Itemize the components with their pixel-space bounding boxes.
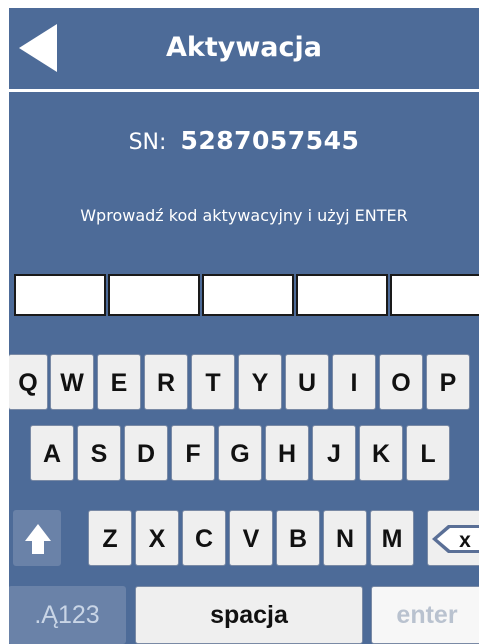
key-label: D [136, 440, 156, 468]
key-label: R [156, 369, 176, 397]
code-field-3[interactable] [202, 274, 294, 316]
key-p[interactable]: P [426, 354, 470, 410]
key-y[interactable]: Y [238, 354, 282, 410]
key-label: T [205, 369, 221, 397]
key-t[interactable]: T [191, 354, 235, 410]
key-i[interactable]: I [332, 354, 376, 410]
key-label: F [185, 440, 201, 468]
key-label: K [371, 440, 391, 468]
activation-screen: Aktywacja SN: 5287057545 Wprowadź kod akt… [9, 8, 479, 644]
key-label: L [420, 440, 436, 468]
key-b[interactable]: B [276, 510, 320, 566]
key-label: Q [18, 369, 38, 397]
shift-key[interactable] [13, 510, 61, 566]
key-l[interactable]: L [406, 425, 450, 481]
key-label: O [391, 369, 411, 397]
arrow-left-icon [19, 24, 57, 72]
key-label: V [242, 525, 260, 553]
key-w[interactable]: W [50, 354, 94, 410]
key-e[interactable]: E [97, 354, 141, 410]
key-d[interactable]: D [124, 425, 168, 481]
key-label: G [230, 440, 250, 468]
key-label: I [350, 369, 358, 397]
key-s[interactable]: S [77, 425, 121, 481]
key-label: C [194, 525, 214, 553]
enter-key[interactable]: enter [371, 586, 479, 644]
serial-value: 5287057545 [180, 126, 360, 155]
key-o[interactable]: O [379, 354, 423, 410]
key-z[interactable]: Z [88, 510, 132, 566]
key-label: E [110, 369, 128, 397]
code-field-4[interactable] [296, 274, 388, 316]
key-label: N [335, 525, 355, 553]
key-q[interactable]: Q [9, 354, 48, 410]
key-label: W [60, 369, 84, 397]
key-j[interactable]: J [312, 425, 356, 481]
key-r[interactable]: R [144, 354, 188, 410]
enter-label: enter [396, 601, 458, 629]
key-label: J [327, 440, 341, 468]
key-g[interactable]: G [218, 425, 262, 481]
key-label: A [42, 440, 62, 468]
space-key[interactable]: spacja [135, 586, 363, 644]
key-label: P [439, 369, 457, 397]
mode-label: .Ą123 [34, 601, 100, 629]
serial-label: SN: [128, 130, 167, 155]
code-field-1[interactable] [14, 274, 106, 316]
key-k[interactable]: K [359, 425, 403, 481]
key-label: H [277, 440, 297, 468]
serial-number: SN: 5287057545 [9, 126, 479, 155]
page-title: Aktywacja [165, 32, 322, 63]
key-x[interactable]: X [135, 510, 179, 566]
key-a[interactable]: A [30, 425, 74, 481]
code-field-2[interactable] [108, 274, 200, 316]
key-label: X [148, 525, 166, 553]
key-h[interactable]: H [265, 425, 309, 481]
header-divider [9, 89, 479, 92]
mode-switch-key[interactable]: .Ą123 [9, 586, 126, 644]
key-label: U [297, 369, 317, 397]
key-f[interactable]: F [171, 425, 215, 481]
backspace-icon: x [432, 525, 479, 553]
key-label: S [90, 440, 108, 468]
key-label: Z [102, 525, 118, 553]
key-u[interactable]: U [285, 354, 329, 410]
instruction-text: Wprowadź kod aktywacyjny i użyj ENTER [80, 206, 408, 225]
key-label: B [288, 525, 308, 553]
header: Aktywacja [9, 8, 479, 87]
key-m[interactable]: M [370, 510, 414, 566]
code-field-5[interactable] [390, 274, 479, 316]
key-c[interactable]: C [182, 510, 226, 566]
back-button[interactable] [19, 24, 71, 72]
key-label: M [381, 525, 403, 553]
key-v[interactable]: V [229, 510, 273, 566]
key-label: Y [251, 369, 269, 397]
shift-arrow-icon [25, 524, 51, 554]
space-label: spacja [210, 601, 288, 629]
backspace-key[interactable]: x [427, 510, 479, 566]
backspace-label: x [459, 529, 471, 552]
key-n[interactable]: N [323, 510, 367, 566]
